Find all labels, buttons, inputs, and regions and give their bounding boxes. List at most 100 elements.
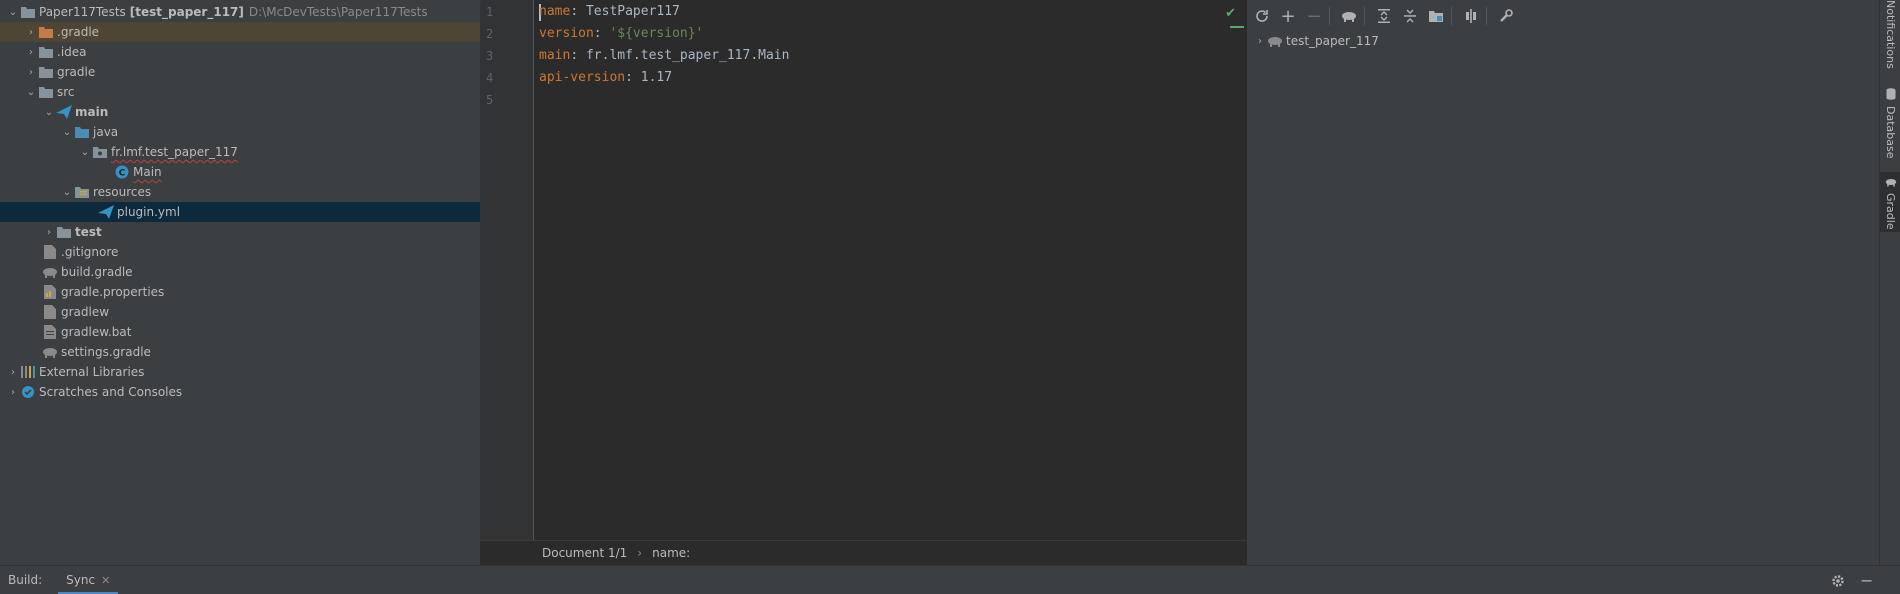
database-label: Database xyxy=(1884,106,1897,159)
tree-item-gradle-properties[interactable]: gradle.properties xyxy=(0,282,480,302)
tree-item-idea[interactable]: › .idea xyxy=(0,42,480,62)
check-icon[interactable]: ✔ xyxy=(1225,6,1236,21)
folder-icon xyxy=(20,4,36,20)
project-root-name: Paper117Tests xyxy=(39,5,126,19)
remove-icon[interactable]: − xyxy=(1303,4,1325,28)
chevron-down-icon[interactable]: ⌄ xyxy=(60,182,74,202)
tree-item-build-gradle[interactable]: build.gradle xyxy=(0,262,480,282)
tree-item-gradlew[interactable]: gradlew xyxy=(0,302,480,322)
file-icon xyxy=(42,304,58,320)
gradle-elephant-icon xyxy=(1885,176,1897,190)
paper-plane-icon xyxy=(56,104,72,120)
chevron-right-icon[interactable]: › xyxy=(6,362,20,382)
chevron-down-icon[interactable]: ⌄ xyxy=(42,102,56,122)
wrench-icon[interactable] xyxy=(1495,4,1517,28)
source-folder-icon xyxy=(74,124,90,140)
tree-item-label: .gradle xyxy=(57,25,100,39)
breadcrumb-path[interactable]: name: xyxy=(652,546,690,560)
add-icon[interactable]: + xyxy=(1277,4,1299,28)
folder-icon xyxy=(38,84,54,100)
tree-item-resources[interactable]: ⌄ resources xyxy=(0,182,480,202)
folder-icon xyxy=(38,44,54,60)
gradle-project-name: test_paper_117 xyxy=(1286,34,1379,48)
tree-item-gradlew-bat[interactable]: gradlew.bat xyxy=(0,322,480,342)
collapse-all-icon[interactable] xyxy=(1399,4,1421,28)
code-line-4[interactable]: api-version: 1.17 xyxy=(539,70,672,85)
chevron-right-icon[interactable]: › xyxy=(42,222,56,242)
tree-item-gradle-dir[interactable]: › .gradle xyxy=(0,22,480,42)
scratches-icon xyxy=(20,384,36,400)
toolbar-divider xyxy=(1364,7,1365,25)
file-icon xyxy=(42,324,58,340)
breadcrumb-document[interactable]: Document 1/1 xyxy=(542,546,627,560)
gear-icon[interactable] xyxy=(1831,566,1845,594)
gradle-elephant-icon[interactable] xyxy=(1338,4,1360,28)
svg-text:C: C xyxy=(119,169,126,179)
toggle-offline-icon[interactable] xyxy=(1460,4,1482,28)
chevron-down-icon[interactable]: ⌄ xyxy=(78,142,92,162)
group-modules-icon[interactable] xyxy=(1425,4,1447,28)
chevron-down-icon[interactable]: ⌄ xyxy=(24,82,38,102)
tree-item-label: main xyxy=(75,105,109,119)
tree-item-main[interactable]: ⌄ main xyxy=(0,102,480,122)
chevron-right-icon[interactable]: › xyxy=(1253,31,1267,51)
tree-item-src[interactable]: ⌄ src xyxy=(0,82,480,102)
library-icon xyxy=(20,364,36,380)
tree-item-label: src xyxy=(57,85,75,99)
line-number: 5 xyxy=(486,93,494,107)
project-root-module: [test_paper_117] xyxy=(129,5,244,19)
tree-item-package[interactable]: ⌄ fr.lmf.test_paper_117 xyxy=(0,142,480,162)
chevron-right-icon[interactable]: › xyxy=(24,62,38,82)
tree-item-label: plugin.yml xyxy=(117,205,181,219)
gradle-project-row[interactable]: › test_paper_117 xyxy=(1247,31,1877,51)
gradle-elephant-icon xyxy=(42,344,58,360)
tree-item-main-class[interactable]: C Main xyxy=(0,162,480,182)
tree-item-gitignore[interactable]: .gitignore xyxy=(0,242,480,262)
chevron-right-icon[interactable]: › xyxy=(24,22,38,42)
tree-item-label: Scratches and Consoles xyxy=(39,385,183,399)
tree-item-label: gradlew.bat xyxy=(61,325,132,339)
tree-item-label: settings.gradle xyxy=(61,345,151,359)
build-label: Build: xyxy=(8,573,43,587)
package-icon xyxy=(92,144,108,160)
code-line-2[interactable]: version: '${version}' xyxy=(539,26,703,41)
editor-gutter: 1 2 3 4 5 xyxy=(480,0,534,540)
paper-plane-icon xyxy=(98,204,114,220)
notifications-label: Notifications xyxy=(1884,0,1897,69)
project-root-row[interactable]: ⌄ Paper117Tests [test_paper_117] D:\McDe… xyxy=(0,2,480,22)
code-editor[interactable]: name: TestPaper117 version: '${version}'… xyxy=(535,0,1246,540)
tree-item-gradle[interactable]: › gradle xyxy=(0,62,480,82)
tree-item-scratches[interactable]: › Scratches and Consoles xyxy=(0,382,480,402)
sync-tab[interactable]: Sync ✕ xyxy=(58,566,119,594)
notifications-tab[interactable]: Notifications xyxy=(1880,0,1900,69)
tree-item-java[interactable]: ⌄ java xyxy=(0,122,480,142)
line-number: 4 xyxy=(486,71,494,85)
toolbar-divider xyxy=(1486,7,1487,25)
tree-item-label: gradle.properties xyxy=(61,285,165,299)
chevron-down-icon[interactable]: ⌄ xyxy=(6,2,20,22)
tree-item-label: .idea xyxy=(57,45,87,59)
chevron-right-icon[interactable]: › xyxy=(24,42,38,62)
file-icon xyxy=(42,244,58,260)
minimize-icon[interactable]: − xyxy=(1860,566,1873,594)
gradle-tool-window: + − › test_paper_117 xyxy=(1246,0,1879,565)
tree-item-plugin-yml[interactable]: plugin.yml xyxy=(0,202,480,222)
tree-item-test[interactable]: › test xyxy=(0,222,480,242)
gradle-tab[interactable]: Gradle xyxy=(1880,172,1900,232)
code-line-3[interactable]: main: fr.lmf.test_paper_117.Main xyxy=(539,48,789,63)
chevron-right-icon[interactable]: › xyxy=(6,382,20,402)
chevron-down-icon[interactable]: ⌄ xyxy=(60,122,74,142)
tree-item-label: fr.lmf.test_paper_117 xyxy=(111,145,238,159)
close-icon[interactable]: ✕ xyxy=(101,574,110,587)
tree-item-external-libraries[interactable]: › External Libraries xyxy=(0,362,480,382)
refresh-icon[interactable] xyxy=(1251,4,1273,28)
folder-icon xyxy=(56,224,72,240)
tree-item-label: .gitignore xyxy=(61,245,119,259)
database-tab[interactable]: Database xyxy=(1880,88,1900,159)
expand-all-icon[interactable] xyxy=(1373,4,1395,28)
tree-item-label: test xyxy=(75,225,102,239)
code-line-1[interactable]: name: TestPaper117 xyxy=(539,4,680,19)
database-icon xyxy=(1886,88,1896,103)
tree-item-settings-gradle[interactable]: settings.gradle xyxy=(0,342,480,362)
tree-item-label: gradlew xyxy=(61,305,110,319)
